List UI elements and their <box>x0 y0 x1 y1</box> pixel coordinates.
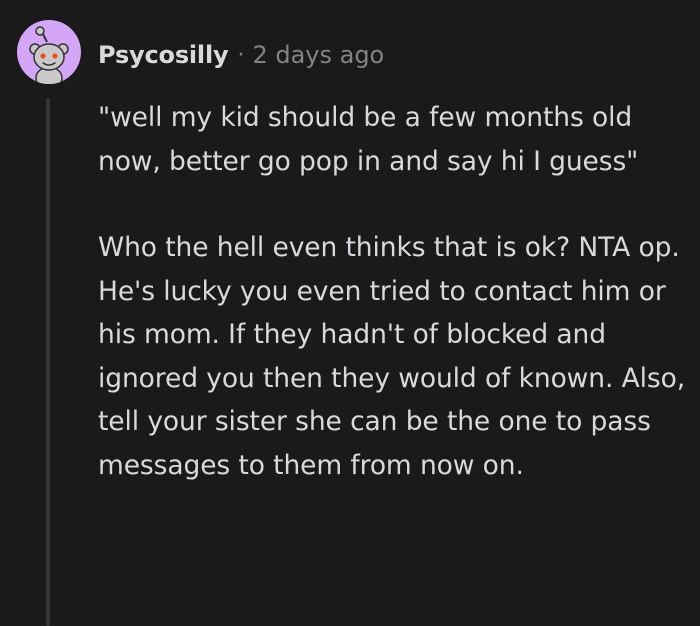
snoo-avatar-icon <box>29 26 69 84</box>
username[interactable]: Psycosilly <box>98 41 229 69</box>
comment-body: "well my kid should be a few months old … <box>98 96 688 487</box>
comment-header: Psycosilly · 2 days ago <box>98 38 384 72</box>
avatar[interactable] <box>17 20 81 84</box>
comment: Psycosilly · 2 days ago "well my kid sho… <box>0 0 700 626</box>
thread-collapse-line[interactable] <box>46 98 50 626</box>
separator-dot: · <box>237 42 245 68</box>
comment-paragraph: Who the hell even thinks that is ok? NTA… <box>98 232 686 481</box>
comment-paragraph: "well my kid should be a few months old … <box>98 102 639 177</box>
timestamp[interactable]: 2 days ago <box>252 41 384 69</box>
